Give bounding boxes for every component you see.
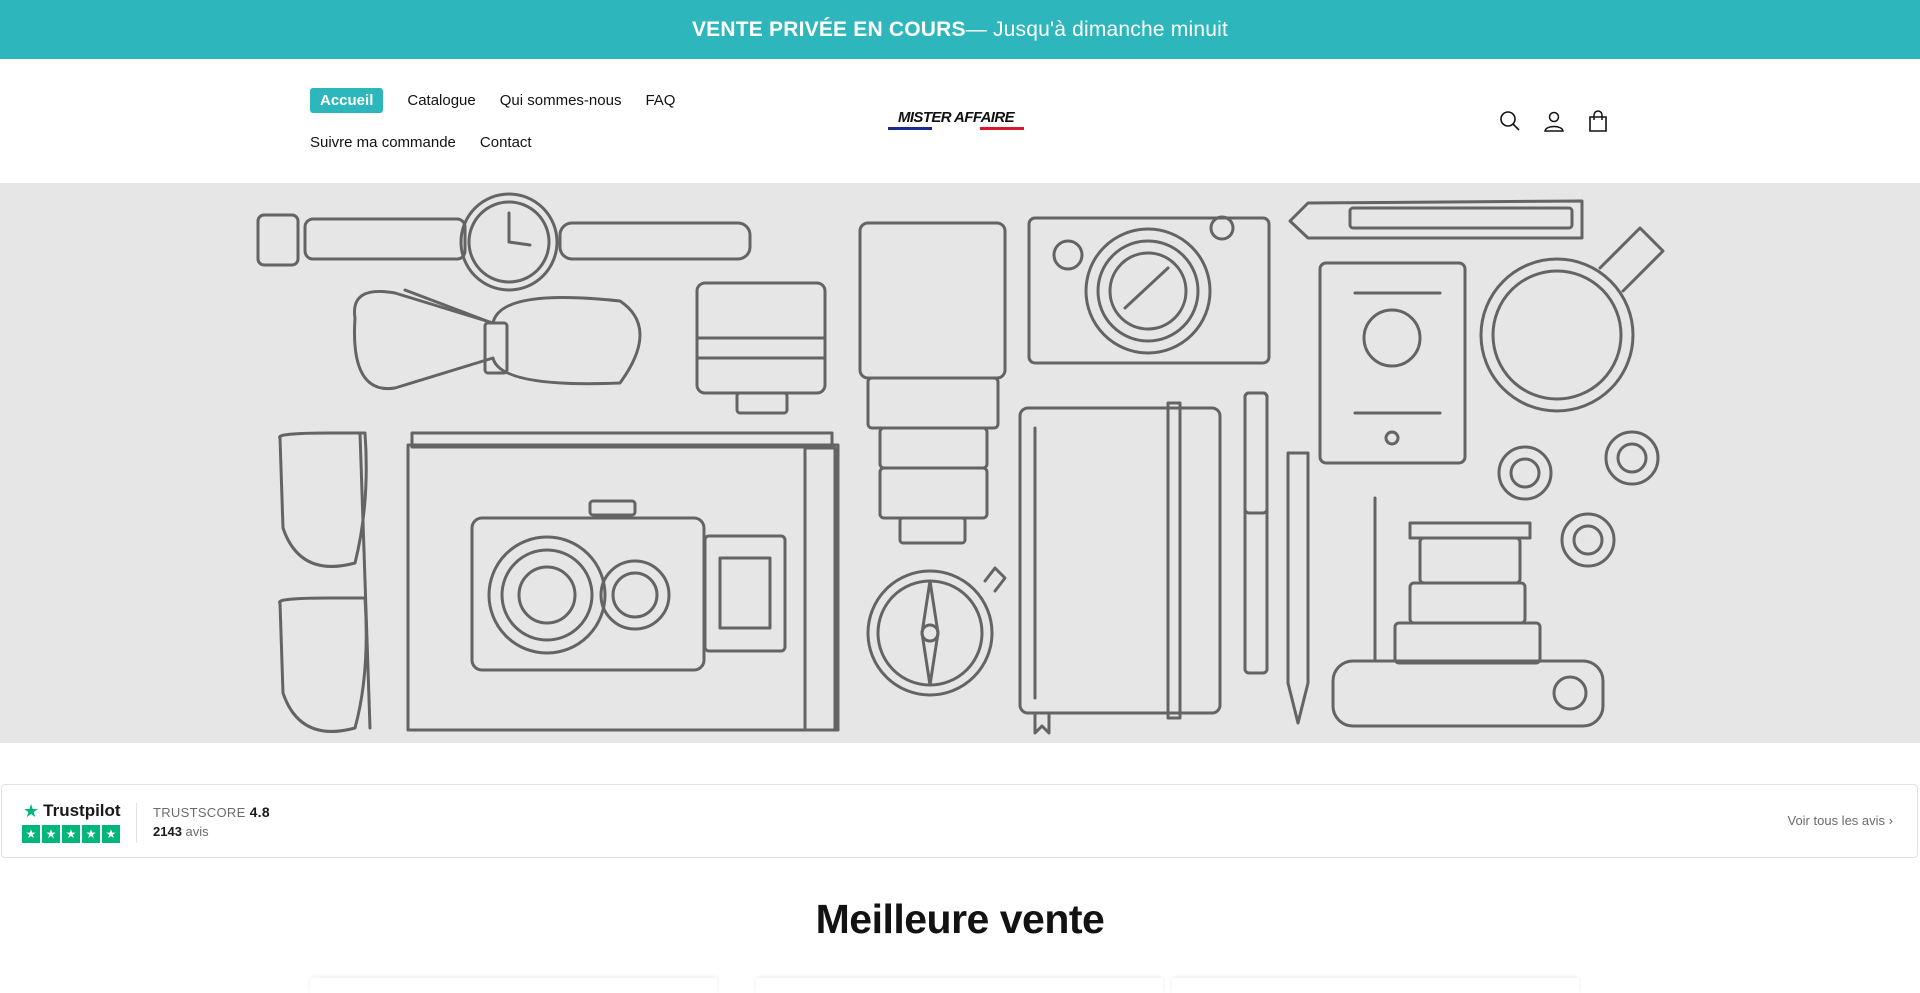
section-title: Meilleure vente: [815, 896, 1105, 942]
announcement-strong: VENTE PRIVÉE EN COURS: [691, 17, 966, 41]
nav-item-accueil[interactable]: Accueil: [310, 87, 384, 113]
all-reviews-label: Voir tous les avis: [1787, 813, 1886, 828]
trustscore: TRUSTSCORE 4.8: [153, 804, 270, 820]
nav-item-catalogue[interactable]: Catalogue: [407, 92, 475, 109]
trustpilot-widget[interactable]: ★ Trustpilot ★ ★ ★ ★ ★ TRUSTSCORE 4.8 214…: [1, 784, 1918, 858]
star-icon: ★: [22, 825, 40, 843]
account-icon[interactable]: [1542, 109, 1566, 133]
header-icons: [1498, 109, 1610, 133]
trustpilot-rating-stars: ★ ★ ★ ★ ★: [22, 825, 120, 843]
trustpilot-divider: [136, 803, 137, 843]
product-card[interactable]: [310, 978, 717, 993]
product-cards: [310, 978, 1610, 993]
announcement-bar: VENTE PRIVÉE EN COURS — Jusqu'à dimanche…: [0, 0, 1920, 59]
main-nav: Accueil Catalogue Qui sommes-nous FAQ Su…: [310, 87, 790, 171]
nav-row-1: Accueil Catalogue Qui sommes-nous FAQ: [310, 87, 790, 113]
star-icon: ★: [82, 825, 100, 843]
hero-banner: [0, 183, 1920, 743]
trustpilot-brand: ★ Trustpilot: [23, 801, 121, 821]
trustpilot-brand-label: Trustpilot: [43, 801, 121, 820]
nav-row-2: Suivre ma commande Contact: [310, 129, 790, 155]
logo-flag-bars: [888, 127, 1024, 130]
star-icon: ★: [102, 825, 120, 843]
logo-text: MISTER AFFAIRE: [897, 109, 1015, 126]
nav-item-suivre-commande[interactable]: Suivre ma commande: [310, 134, 456, 151]
nav-item-faq[interactable]: FAQ: [645, 92, 675, 109]
cart-icon[interactable]: [1586, 109, 1610, 133]
nav-item-contact[interactable]: Contact: [480, 134, 532, 151]
review-count-value: 2143: [153, 824, 182, 839]
site-header: Accueil Catalogue Qui sommes-nous FAQ Su…: [0, 59, 1920, 183]
trustscore-label: TRUSTSCORE: [153, 805, 246, 820]
search-icon[interactable]: [1498, 109, 1522, 133]
star-icon: ★: [62, 825, 80, 843]
site-logo[interactable]: MISTER AFFAIRE: [888, 109, 1024, 139]
trustpilot-star-icon: ★: [23, 801, 40, 821]
review-count-label: avis: [185, 824, 209, 839]
nav-item-qui-sommes-nous[interactable]: Qui sommes-nous: [500, 92, 622, 109]
review-count: 2143 avis: [153, 824, 209, 839]
product-card[interactable]: [1172, 978, 1579, 993]
all-reviews-link[interactable]: Voir tous les avis ›: [1787, 813, 1893, 828]
announcement-text: — Jusqu'à dimanche minuit: [965, 17, 1229, 41]
hero-illustration: [256, 192, 1665, 735]
product-card[interactable]: [756, 978, 1163, 993]
trustscore-value: 4.8: [249, 804, 270, 820]
star-icon: ★: [42, 825, 60, 843]
chevron-right-icon: ›: [1888, 813, 1893, 828]
